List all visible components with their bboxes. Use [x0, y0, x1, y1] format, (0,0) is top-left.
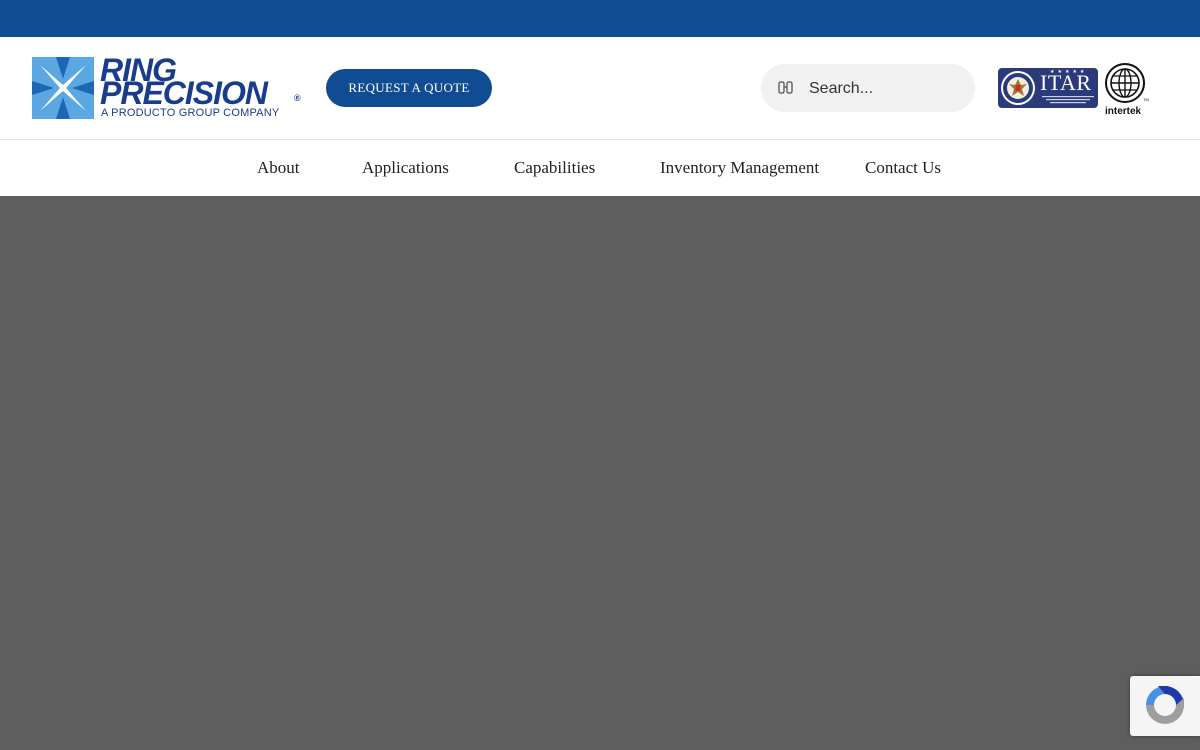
nav-item-applications[interactable]: Applications: [362, 140, 449, 196]
search-input[interactable]: [807, 64, 971, 114]
search-icon: [778, 81, 793, 94]
recaptcha-icon: [1146, 686, 1184, 724]
recaptcha-badge[interactable]: [1130, 676, 1200, 736]
logo-registered-mark: ®: [294, 93, 301, 103]
request-quote-button[interactable]: REQUEST A QUOTE: [326, 69, 492, 107]
nav-item-inventory-management[interactable]: Inventory Management: [660, 140, 819, 196]
top-bar: [0, 0, 1200, 37]
state-department-seal-icon: [1001, 71, 1035, 105]
logo-text-precision: PRECISION: [100, 75, 268, 111]
itar-badge: ★★★★★ ITAR: [998, 68, 1098, 108]
svg-text:TM: TM: [1143, 97, 1149, 102]
nav-item-about[interactable]: About: [257, 140, 300, 196]
search-box[interactable]: [761, 64, 975, 114]
itar-fine-print: [1042, 96, 1094, 104]
nav-item-contact-us[interactable]: Contact Us: [865, 140, 941, 196]
nav-item-capabilities[interactable]: Capabilities: [514, 140, 595, 196]
site-header: RING PRECISION ® A PRODUCTO GROUP COMPAN…: [0, 37, 1200, 140]
logo-tagline: A PRODUCTO GROUP COMPANY: [101, 107, 280, 119]
ring-precision-logo[interactable]: RING PRECISION ® A PRODUCTO GROUP COMPAN…: [32, 54, 304, 121]
intertek-label: intertek: [1105, 106, 1142, 117]
logo-mark-icon: [32, 57, 94, 119]
main-nav: About Applications Capabilities Inventor…: [0, 140, 1200, 196]
itar-label: ITAR: [1040, 70, 1092, 95]
